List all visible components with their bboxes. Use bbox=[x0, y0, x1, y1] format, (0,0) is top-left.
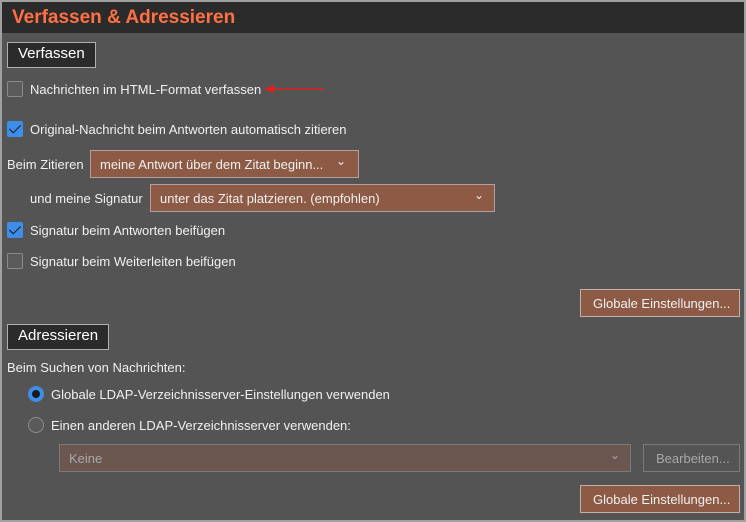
section-compose-header: Verfassen bbox=[7, 42, 96, 68]
section-addressing-header: Adressieren bbox=[7, 324, 110, 350]
radio-global-ldap-label[interactable]: Globale LDAP-Verzeichnisserver-Einstellu… bbox=[51, 387, 390, 402]
sig-reply-label[interactable]: Signatur beim Antworten beifügen bbox=[30, 223, 225, 238]
edit-button[interactable]: Bearbeiten... bbox=[643, 444, 740, 472]
sig-forward-checkbox[interactable] bbox=[7, 253, 23, 269]
chevron-down-icon: ⌄ bbox=[473, 188, 484, 202]
red-arrow-annotation bbox=[264, 85, 324, 93]
compose-global-settings-button[interactable]: Globale Einstellungen... bbox=[580, 289, 740, 317]
chevron-down-icon: ⌄ bbox=[609, 448, 620, 462]
quote-dropdown[interactable]: meine Antwort über dem Zitat beginn... ⌄ bbox=[90, 150, 359, 178]
signature-label: und meine Signatur bbox=[30, 191, 143, 206]
addressing-global-settings-button[interactable]: Globale Einstellungen... bbox=[580, 485, 740, 513]
preferences-panel: Verfassen & Adressieren Verfassen Nachri… bbox=[2, 2, 744, 520]
radio-global-ldap[interactable] bbox=[28, 386, 44, 402]
title-bar: Verfassen & Adressieren bbox=[2, 2, 744, 33]
ldap-server-dropdown[interactable]: Keine ⌄ bbox=[59, 444, 631, 472]
quote-label: Beim Zitieren bbox=[7, 157, 84, 172]
radio-other-ldap[interactable] bbox=[28, 417, 44, 433]
sig-forward-label[interactable]: Signatur beim Weiterleiten beifügen bbox=[30, 254, 236, 269]
quote-value: meine Antwort über dem Zitat beginn... bbox=[100, 157, 324, 172]
signature-dropdown[interactable]: unter das Zitat platzieren. (empfohlen) ⌄ bbox=[150, 184, 495, 212]
sig-reply-checkbox[interactable] bbox=[7, 222, 23, 238]
search-label: Beim Suchen von Nachrichten: bbox=[7, 360, 186, 375]
ldap-server-value: Keine bbox=[69, 451, 103, 466]
page-title: Verfassen & Adressieren bbox=[12, 7, 236, 28]
html-format-checkbox[interactable] bbox=[7, 81, 23, 97]
chevron-down-icon: ⌄ bbox=[335, 154, 346, 168]
auto-quote-checkbox[interactable] bbox=[7, 121, 23, 137]
radio-other-ldap-label[interactable]: Einen anderen LDAP-Verzeichnisserver ver… bbox=[51, 418, 351, 433]
auto-quote-label[interactable]: Original-Nachricht beim Antworten automa… bbox=[30, 122, 346, 137]
html-format-label[interactable]: Nachrichten im HTML-Format verfassen bbox=[30, 82, 261, 97]
signature-value: unter das Zitat platzieren. (empfohlen) bbox=[160, 191, 380, 206]
